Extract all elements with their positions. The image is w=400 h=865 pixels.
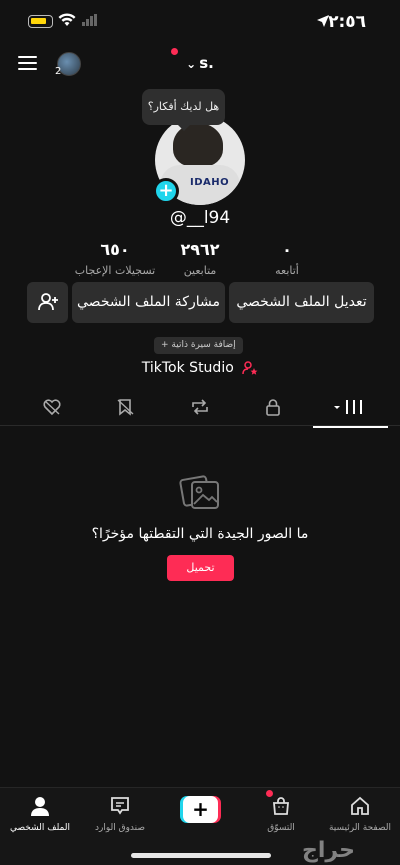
nav-label: التسوّق: [267, 823, 295, 833]
share-profile-button[interactable]: مشاركة الملف الشخصي: [72, 282, 225, 323]
upload-button[interactable]: تحميل: [167, 555, 234, 581]
repost-icon: [192, 399, 208, 415]
stat-value: ٦٥٠: [100, 240, 130, 259]
tab-favorites[interactable]: [106, 396, 146, 422]
add-avatar-icon[interactable]: +: [153, 178, 179, 204]
liked-icon: [43, 399, 61, 416]
stat-value: ٢٩٦٢: [180, 240, 220, 259]
plus-icon: +: [183, 796, 218, 823]
empty-state-text: ما الصور الجيدة التي التقطتها مؤخرًا؟: [91, 526, 309, 542]
favorites-icon: [117, 399, 134, 416]
nav-label: الملف الشخصي: [10, 823, 70, 833]
stat-label: تسجيلات الإعجاب: [74, 264, 156, 277]
stat-followers[interactable]: ٢٩٦٢ متابعين: [155, 240, 245, 277]
chevron-down-icon: ⌄: [186, 57, 197, 71]
profile-tabs: [0, 392, 400, 428]
signal-icon: [82, 14, 97, 26]
tiktok-studio-link[interactable]: TikTok Studio: [0, 360, 400, 376]
tab-liked[interactable]: [32, 396, 72, 422]
edit-profile-button[interactable]: تعديل الملف الشخصي: [229, 282, 374, 323]
profile-icon: [31, 797, 49, 816]
studio-icon: [242, 361, 258, 375]
status-time: ٢:٥٦: [328, 12, 366, 32]
studio-label: TikTok Studio: [141, 360, 234, 376]
home-indicator[interactable]: [131, 853, 271, 858]
nav-home[interactable]: الصفحة الرئيسية: [320, 795, 400, 833]
stat-following[interactable]: ٠ أتابعه: [242, 240, 332, 277]
add-user-icon: [37, 293, 58, 311]
add-friends-button[interactable]: [27, 282, 68, 323]
thoughts-bubble[interactable]: هل لديك أفكار؟: [142, 89, 225, 131]
account-switcher[interactable]: ⌄ s.: [0, 54, 400, 72]
stat-likes[interactable]: ٦٥٠ تسجيلات الإعجاب: [70, 240, 160, 277]
nav-label: الصفحة الرئيسية: [328, 823, 392, 833]
tab-private[interactable]: [253, 396, 293, 422]
photos-icon: [179, 475, 219, 509]
username: @__l94: [169, 208, 231, 228]
nav-profile[interactable]: الملف الشخصي: [0, 795, 80, 833]
stat-label: أتابعه: [275, 264, 299, 277]
avatar-shirt-logo: IDAHO: [190, 177, 230, 188]
stat-value: ٠: [282, 240, 292, 259]
battery-icon: [28, 15, 53, 28]
wifi-icon: [58, 13, 76, 26]
tab-reposts[interactable]: [180, 396, 220, 422]
status-bar: ٢:٥٦: [0, 0, 400, 44]
home-icon: [351, 796, 369, 815]
stat-label: متابعين: [183, 264, 217, 277]
nav-shop[interactable]: التسوّق: [241, 795, 321, 833]
videos-grid-icon: [334, 400, 362, 414]
inbox-icon: [111, 797, 129, 815]
lock-icon: [266, 399, 280, 416]
nav-inbox[interactable]: صندوق الوارد: [80, 795, 160, 833]
shop-notification-dot: [266, 790, 273, 797]
nav-label: صندوق الوارد: [94, 823, 146, 833]
create-button[interactable]: +: [180, 796, 221, 823]
add-bio-button[interactable]: + إضافة سيرة ذاتية: [154, 337, 243, 354]
tab-videos[interactable]: [313, 396, 388, 428]
watermark-logo: حراج: [302, 838, 356, 863]
header-handle: s.: [199, 54, 214, 72]
shopping-bag-icon: [273, 797, 289, 815]
